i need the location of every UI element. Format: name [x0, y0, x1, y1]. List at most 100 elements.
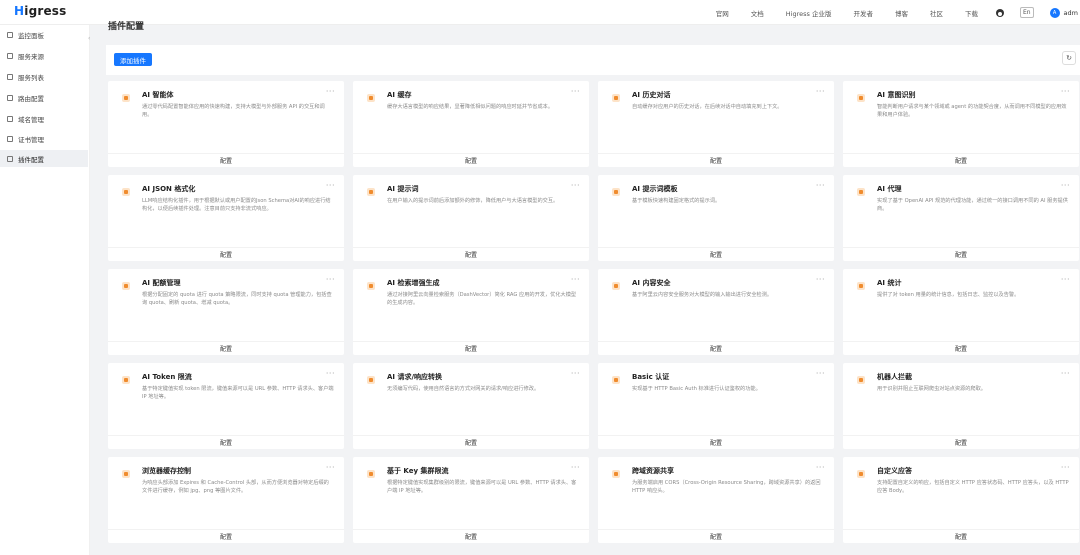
plugin-icon	[367, 94, 375, 102]
configure-button[interactable]: 配置	[108, 247, 344, 261]
plugin-description: 基于模板快速构建固定格式的提示词。	[632, 198, 721, 204]
plugin-title: 机器人拦截	[877, 373, 912, 381]
sidebar: 监控面板 服务来源 服务列表 路由配置 域名管理 证书管理 插件配置 ‹	[0, 25, 90, 555]
more-options-icon[interactable]: ···	[816, 275, 825, 284]
more-options-icon[interactable]: ···	[571, 181, 580, 190]
plugin-description: 在用户输入的提示词前后添加额外的修饰，降低用户与大语言模型的交互。	[387, 198, 559, 204]
sidebar-item-service-source[interactable]: 服务来源	[0, 47, 88, 64]
plugin-icon	[857, 470, 865, 478]
nav-blog[interactable]: 博客	[895, 8, 908, 18]
plugin-card: AI JSON 格式化 ··· LLM响应结构化插件，用于根据默认或用户配置的Jso…	[108, 175, 344, 261]
plugin-description: 无须编写代码，使用自然语言的方式对网关的请求/响应进行修改。	[387, 386, 540, 392]
github-icon[interactable]	[995, 8, 1004, 17]
more-options-icon[interactable]: ···	[571, 369, 580, 378]
more-options-icon[interactable]: ···	[326, 369, 335, 378]
plugin-icon	[612, 470, 620, 478]
sidebar-item-plugin[interactable]: 插件配置	[0, 150, 88, 167]
nav-official-site[interactable]: 官网	[716, 8, 729, 18]
sidebar-item-domain[interactable]: 域名管理	[0, 110, 88, 127]
plugin-card: 跨域资源共享 ··· 为服务端启用 CORS（Cross-Origin Resour…	[598, 457, 834, 543]
more-options-icon[interactable]: ···	[326, 275, 335, 284]
more-options-icon[interactable]: ···	[1061, 275, 1070, 284]
configure-button[interactable]: 配置	[108, 435, 344, 449]
plugin-description: 为服务端启用 CORS（Cross-Origin Resource Sharin…	[632, 480, 821, 494]
nav-enterprise[interactable]: Higress 企业版	[786, 8, 832, 18]
configure-button[interactable]: 配置	[353, 341, 589, 355]
plugin-icon	[7, 155, 13, 162]
collapse-icon[interactable]: ‹	[88, 35, 90, 42]
user-name[interactable]: adm	[1064, 9, 1078, 17]
configure-button[interactable]: 配置	[843, 153, 1079, 167]
configure-button[interactable]: 配置	[108, 529, 344, 543]
plugin-description: 基于阿里云内容安全服务对大模型的输入输出进行安全检测。	[632, 292, 773, 298]
more-options-icon[interactable]: ···	[816, 369, 825, 378]
plugin-icon	[367, 188, 375, 196]
plugin-icon	[857, 94, 865, 102]
configure-button[interactable]: 配置	[353, 435, 589, 449]
more-options-icon[interactable]: ···	[571, 275, 580, 284]
plugin-title: AI 统计	[877, 279, 902, 287]
more-options-icon[interactable]: ···	[1061, 463, 1070, 472]
configure-button[interactable]: 配置	[843, 529, 1079, 543]
configure-button[interactable]: 配置	[353, 529, 589, 543]
configure-button[interactable]: 配置	[598, 435, 834, 449]
more-options-icon[interactable]: ···	[326, 181, 335, 190]
sidebar-item-service-list[interactable]: 服务列表	[0, 68, 88, 85]
configure-button[interactable]: 配置	[598, 529, 834, 543]
language-toggle[interactable]: En	[1019, 7, 1034, 18]
more-options-icon[interactable]: ···	[1061, 87, 1070, 96]
configure-button[interactable]: 配置	[598, 153, 834, 167]
add-plugin-button[interactable]: 添加插件	[114, 53, 152, 66]
plugin-card: 自定义应答 ··· 支持配置自定义的响应，包括自定义 HTTP 应答状态码、HTTP…	[843, 457, 1079, 543]
more-options-icon[interactable]: ···	[816, 87, 825, 96]
more-options-icon[interactable]: ···	[326, 463, 335, 472]
plugin-icon	[122, 188, 130, 196]
list-icon	[7, 73, 13, 80]
more-options-icon[interactable]: ···	[326, 87, 335, 96]
nav-developer[interactable]: 开发者	[853, 8, 873, 18]
plugin-title: AI Token 限流	[142, 373, 192, 381]
plugin-icon	[122, 282, 130, 290]
plugin-icon	[367, 282, 375, 290]
plugin-icon	[612, 94, 620, 102]
plugin-title: AI 检索增强生成	[387, 279, 440, 287]
plugin-card: AI 检索增强生成 ··· 通过对接阿里云向量检索服务（DashVector）简化 …	[353, 269, 589, 355]
more-options-icon[interactable]: ···	[1061, 369, 1070, 378]
configure-button[interactable]: 配置	[598, 341, 834, 355]
source-icon	[7, 52, 13, 59]
configure-button[interactable]: 配置	[108, 341, 344, 355]
plugin-grid: AI 智能体 ··· 通过零代码配置智能体应用的快速构建，支持大模型与外部服务 AP…	[108, 81, 1079, 543]
more-options-icon[interactable]: ···	[571, 87, 580, 96]
toolbar: 添加插件 ↻	[106, 45, 1080, 75]
plugin-description: 缓存大语言模型的响应结果，显著降低相似问题的响应时延并节省成本。	[387, 104, 554, 110]
plugin-description: 为响应头部添加 Expires 和 Cache-Control 头部，从而方便浏…	[142, 480, 329, 494]
configure-button[interactable]: 配置	[353, 247, 589, 261]
plugin-description: 根据分配固定的 quota 进行 quota 策略限流，同时支持 quota 管…	[142, 292, 332, 306]
plugin-title: AI 配额管理	[142, 279, 181, 287]
more-options-icon[interactable]: ···	[1061, 181, 1070, 190]
more-options-icon[interactable]: ···	[571, 463, 580, 472]
plugin-card: AI 提示词模板 ··· 基于模板快速构建固定格式的提示词。 配置	[598, 175, 834, 261]
nav-community[interactable]: 社区	[930, 8, 943, 18]
configure-button[interactable]: 配置	[843, 435, 1079, 449]
sidebar-item-route[interactable]: 路由配置	[0, 89, 88, 106]
configure-button[interactable]: 配置	[843, 341, 1079, 355]
nav-download[interactable]: 下载	[965, 8, 978, 18]
nav-docs[interactable]: 文档	[751, 8, 764, 18]
avatar[interactable]: A	[1049, 7, 1060, 18]
higress-logo[interactable]: Higress	[14, 4, 67, 18]
page-title: 插件配置	[108, 22, 145, 32]
more-options-icon[interactable]: ···	[816, 181, 825, 190]
plugin-title: Basic 认证	[632, 373, 670, 381]
configure-button[interactable]: 配置	[108, 153, 344, 167]
configure-button[interactable]: 配置	[843, 247, 1079, 261]
configure-button[interactable]: 配置	[598, 247, 834, 261]
plugin-description: 基于特定键值实现 token 限流，键值来源可以是 URL 参数、HTTP 请求…	[142, 386, 334, 400]
configure-button[interactable]: 配置	[353, 153, 589, 167]
more-options-icon[interactable]: ···	[816, 463, 825, 472]
plugin-description: 自动缓存对应用户的历史对话，在后续对话中自动填充到上下文。	[632, 104, 783, 110]
sidebar-item-dashboard[interactable]: 监控面板	[0, 26, 88, 43]
refresh-icon[interactable]: ↻	[1062, 51, 1076, 65]
plugin-card: AI 代理 ··· 实现了基于 OpenAI API 规范的代理功能，通过统一的接口…	[843, 175, 1079, 261]
sidebar-item-certificate[interactable]: 证书管理	[0, 130, 88, 147]
